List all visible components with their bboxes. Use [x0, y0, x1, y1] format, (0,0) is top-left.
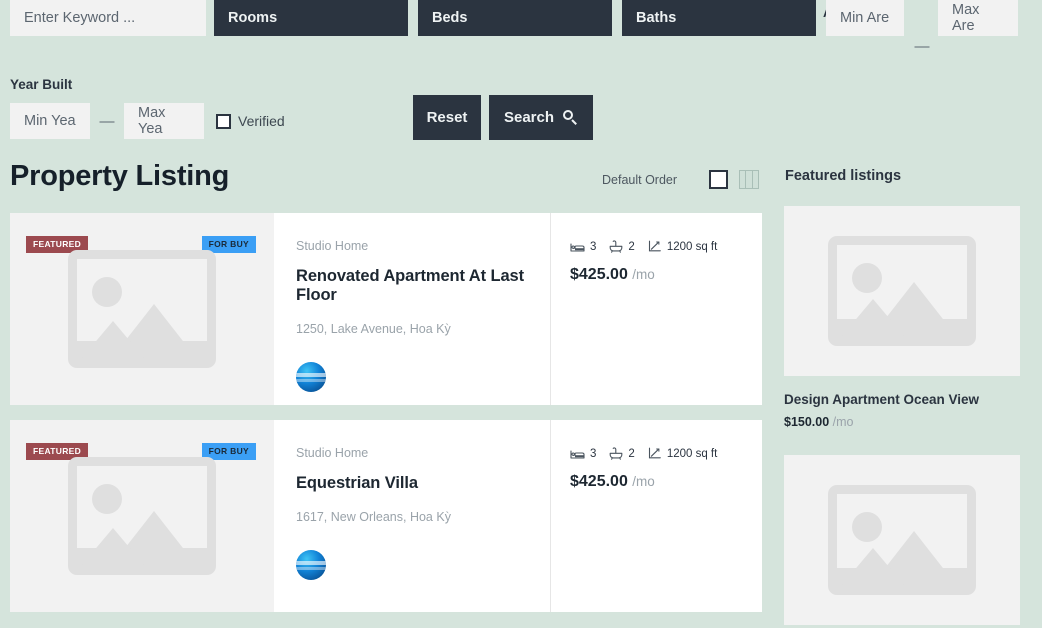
- max-year-input[interactable]: Max Yea: [124, 103, 204, 139]
- search-icon: [563, 110, 578, 125]
- grid-column: [753, 171, 758, 188]
- price-amount: $425.00: [570, 266, 628, 283]
- placeholder-sun: [92, 277, 122, 307]
- property-title[interactable]: Renovated Apartment At Last Floor: [296, 267, 550, 305]
- area-spec: 1200 sq ft: [648, 240, 718, 253]
- verified-filter[interactable]: Verified: [216, 103, 285, 139]
- property-thumbnail[interactable]: FEATURED FOR BUY: [10, 213, 274, 405]
- beds-select[interactable]: Beds: [418, 0, 612, 36]
- property-card[interactable]: FEATURED FOR BUY Studio Home Equestrian …: [10, 420, 762, 612]
- price-period: /mo: [632, 474, 655, 489]
- property-type: Studio Home: [296, 239, 550, 253]
- placeholder-hill: [841, 548, 905, 586]
- image-placeholder-icon: [68, 457, 216, 575]
- image-placeholder-icon: [68, 250, 216, 368]
- area-spec: 1200 sq ft: [648, 447, 718, 460]
- bed-icon: [570, 241, 585, 253]
- featured-thumbnail[interactable]: [784, 455, 1020, 625]
- area-value: 1200 sq ft: [667, 241, 718, 253]
- price-period: /mo: [833, 415, 854, 429]
- baths-spec: 2: [609, 240, 634, 253]
- year-range-dash: —: [94, 103, 120, 139]
- verified-label: Verified: [238, 113, 285, 129]
- property-card-body: Studio Home Equestrian Villa 1617, New O…: [274, 420, 762, 612]
- agent-avatar[interactable]: [296, 550, 326, 580]
- reset-button[interactable]: Reset: [413, 95, 481, 140]
- price-period: /mo: [632, 267, 655, 282]
- bath-icon: [609, 240, 623, 253]
- property-price: $425.00 /mo: [570, 473, 762, 491]
- property-listing-page: Area Year Built Enter Keyword ... Rooms …: [0, 0, 1042, 628]
- property-summary: Studio Home Renovated Apartment At Last …: [274, 213, 550, 405]
- property-meta: 3 2: [550, 213, 762, 405]
- baths-spec: 2: [609, 447, 634, 460]
- price-amount: $150.00: [784, 415, 829, 429]
- agent-avatar[interactable]: [296, 362, 326, 392]
- baths-select[interactable]: Baths: [622, 0, 816, 36]
- featured-listing-item[interactable]: [784, 455, 1020, 625]
- rooms-select[interactable]: Rooms: [214, 0, 408, 36]
- area-range-dash: —: [910, 28, 934, 64]
- area-value: 1200 sq ft: [667, 448, 718, 460]
- sort-order-select[interactable]: Default Order: [602, 173, 677, 187]
- bath-icon: [609, 447, 623, 460]
- featured-listing-item[interactable]: Design Apartment Ocean View $150.00 /mo: [784, 206, 1020, 429]
- price-amount: $425.00: [570, 473, 628, 490]
- featured-thumbnail[interactable]: [784, 206, 1020, 376]
- beds-count: 3: [590, 448, 596, 460]
- property-meta: 3 2: [550, 420, 762, 612]
- max-area-input[interactable]: Max Are: [938, 0, 1018, 36]
- property-card[interactable]: FEATURED FOR BUY Studio Home Renovated A…: [10, 213, 762, 405]
- property-summary: Studio Home Equestrian Villa 1617, New O…: [274, 420, 550, 612]
- placeholder-hill: [841, 299, 905, 337]
- property-address: 1617, New Orleans, Hoa Kỳ: [296, 510, 550, 524]
- keyword-input[interactable]: Enter Keyword ...: [10, 0, 206, 36]
- placeholder-sun: [92, 484, 122, 514]
- beds-spec: 3: [570, 241, 596, 253]
- placeholder-hill: [81, 528, 145, 566]
- area-icon: [648, 447, 662, 460]
- property-address: 1250, Lake Avenue, Hoa Kỳ: [296, 322, 550, 336]
- search-button[interactable]: Search: [489, 95, 593, 140]
- property-specs: 3 2: [570, 240, 762, 253]
- property-title[interactable]: Equestrian Villa: [296, 474, 550, 493]
- page-title: Property Listing: [10, 160, 229, 193]
- property-thumbnail[interactable]: FEATURED FOR BUY: [10, 420, 274, 612]
- featured-price: $150.00 /mo: [784, 415, 1020, 429]
- grid-view-icon[interactable]: [739, 170, 759, 189]
- search-button-label: Search: [504, 109, 554, 126]
- property-price: $425.00 /mo: [570, 266, 762, 284]
- area-icon: [648, 240, 662, 253]
- verified-checkbox[interactable]: [216, 114, 231, 129]
- placeholder-hill: [81, 321, 145, 359]
- list-view-icon[interactable]: [709, 170, 728, 189]
- featured-listings-heading: Featured listings: [785, 168, 901, 184]
- property-specs: 3 2: [570, 447, 762, 460]
- image-placeholder-icon: [828, 485, 976, 595]
- min-year-input[interactable]: Min Yea: [10, 103, 90, 139]
- min-area-input[interactable]: Min Are: [826, 0, 904, 36]
- beds-spec: 3: [570, 448, 596, 460]
- beds-count: 3: [590, 241, 596, 253]
- featured-title[interactable]: Design Apartment Ocean View: [784, 392, 1020, 407]
- baths-count: 2: [628, 448, 634, 460]
- image-placeholder-icon: [828, 236, 976, 346]
- year-built-group-label: Year Built: [10, 77, 72, 92]
- bed-icon: [570, 448, 585, 460]
- baths-count: 2: [628, 241, 634, 253]
- property-type: Studio Home: [296, 446, 550, 460]
- property-card-body: Studio Home Renovated Apartment At Last …: [274, 213, 762, 405]
